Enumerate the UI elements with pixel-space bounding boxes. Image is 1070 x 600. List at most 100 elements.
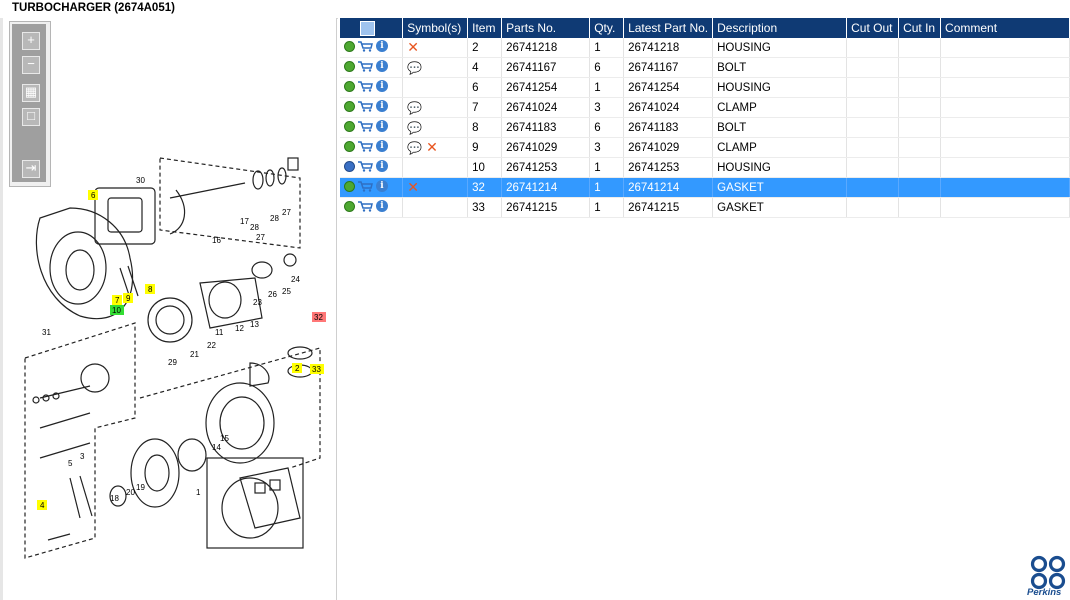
header-cut-in[interactable]: Cut In: [898, 18, 942, 38]
cart-icon[interactable]: [358, 201, 373, 212]
svg-text:13: 13: [250, 320, 259, 329]
header-comment[interactable]: Comment: [940, 18, 1070, 38]
row-cut-out: [846, 77, 900, 98]
search-icon[interactable]: [360, 20, 375, 36]
cart-icon[interactable]: [358, 161, 373, 172]
svg-text:11: 11: [215, 328, 224, 337]
info-icon[interactable]: i: [376, 60, 388, 73]
cart-icon[interactable]: [358, 41, 373, 52]
table-row[interactable]: i 10 26741253 1 26741253 HOUSING: [340, 157, 1070, 178]
page-title: TURBOCHARGER (2674A051): [12, 2, 175, 14]
cart-icon[interactable]: [358, 121, 373, 132]
gear-icon[interactable]: [344, 60, 355, 72]
svg-text:17: 17: [240, 217, 249, 226]
row-comment: [940, 77, 1070, 98]
note-icon[interactable]: 💬: [407, 61, 422, 75]
left-edge: [0, 18, 3, 600]
toolbox-inner: + − ▦ □ ⇥: [12, 24, 46, 182]
table-row[interactable]: i 💬 ✕ 9 26741029 3 26741029 CLAMP: [340, 137, 1070, 158]
row-comment: [940, 57, 1070, 78]
zoom-in-button[interactable]: +: [22, 32, 40, 50]
note-icon[interactable]: 💬: [407, 141, 422, 155]
gear-icon[interactable]: [344, 100, 355, 112]
info-icon[interactable]: i: [376, 100, 388, 113]
zoom-out-button[interactable]: −: [22, 56, 40, 74]
cart-icon[interactable]: [358, 141, 373, 152]
cart-icon[interactable]: [358, 181, 373, 192]
row-actions: i: [340, 137, 404, 158]
table-row[interactable]: i 6 26741254 1 26741254 HOUSING: [340, 77, 1070, 98]
row-actions: i: [340, 197, 404, 218]
row-latest-part-no: 26741214: [623, 177, 714, 198]
row-actions: i: [340, 157, 404, 178]
table-row[interactable]: i 💬 8 26741183 6 26741183 BOLT: [340, 117, 1070, 138]
row-qty: 1: [589, 77, 625, 98]
header-symbols[interactable]: Symbol(s): [402, 18, 469, 38]
cart-icon[interactable]: [358, 61, 373, 72]
row-description: CLAMP: [712, 137, 848, 158]
info-icon[interactable]: i: [376, 80, 388, 93]
row-actions: i: [340, 117, 404, 138]
row-qty: 6: [589, 117, 625, 138]
reset-view-button[interactable]: □: [22, 108, 40, 126]
row-item: 4: [467, 57, 503, 78]
table-row[interactable]: i 💬 4 26741167 6 26741167 BOLT: [340, 57, 1070, 78]
header-latest-part-no[interactable]: Latest Part No.: [623, 18, 714, 38]
svg-text:10: 10: [112, 306, 121, 315]
header-item[interactable]: Item: [467, 18, 503, 38]
gear-icon[interactable]: [344, 40, 355, 52]
header-cut-out[interactable]: Cut Out: [846, 18, 900, 38]
table-row[interactable]: i ✕ 32 26741214 1 26741214 GASKET: [340, 177, 1070, 198]
svg-text:32: 32: [314, 313, 323, 322]
gear-icon[interactable]: [344, 200, 355, 212]
info-icon[interactable]: i: [376, 120, 388, 133]
info-icon[interactable]: i: [376, 200, 388, 213]
note-icon[interactable]: 💬: [407, 121, 422, 135]
note-icon[interactable]: 💬: [407, 101, 422, 115]
row-description: HOUSING: [712, 77, 848, 98]
header-description[interactable]: Description: [712, 18, 848, 38]
row-latest-part-no: 26741218: [623, 38, 714, 58]
header-actions[interactable]: [340, 18, 404, 38]
row-item: 2: [467, 38, 503, 58]
table-row[interactable]: i 33 26741215 1 26741215 GASKET: [340, 197, 1070, 218]
row-item: 9: [467, 137, 503, 158]
info-icon[interactable]: i: [376, 140, 388, 153]
row-cut-out: [846, 97, 900, 118]
row-symbols: 💬 ✕: [402, 137, 469, 158]
export-button[interactable]: ⇥: [22, 160, 40, 178]
gear-icon[interactable]: [344, 180, 355, 192]
header-qty[interactable]: Qty.: [589, 18, 625, 38]
cut-icon[interactable]: ✕: [407, 39, 419, 55]
gear-icon[interactable]: [344, 80, 355, 92]
gear-icon[interactable]: [344, 140, 355, 152]
row-comment: [940, 97, 1070, 118]
cart-icon[interactable]: [358, 81, 373, 92]
row-cut-in: [898, 117, 942, 138]
svg-text:31: 31: [42, 328, 51, 337]
svg-text:2: 2: [295, 364, 300, 373]
row-qty: 1: [589, 157, 625, 178]
info-icon[interactable]: i: [376, 180, 388, 193]
row-latest-part-no: 26741029: [623, 137, 714, 158]
row-symbols: 💬: [402, 57, 469, 78]
row-cut-in: [898, 177, 942, 198]
svg-text:29: 29: [168, 358, 177, 367]
cut-icon[interactable]: ✕: [407, 179, 419, 195]
info-icon[interactable]: i: [376, 40, 388, 53]
row-parts-no: 26741254: [501, 77, 591, 98]
table-row[interactable]: i 💬 7 26741024 3 26741024 CLAMP: [340, 97, 1070, 118]
table-row[interactable]: i ✕ 2 26741218 1 26741218 HOUSING: [340, 38, 1070, 58]
svg-text:7: 7: [115, 296, 120, 305]
header-parts-no[interactable]: Parts No.: [501, 18, 591, 38]
info-icon[interactable]: i: [376, 160, 388, 173]
row-parts-no: 26741218: [501, 38, 591, 58]
cart-icon[interactable]: [358, 101, 373, 112]
gear-icon[interactable]: [344, 160, 355, 172]
row-item: 7: [467, 97, 503, 118]
cut-icon[interactable]: ✕: [426, 139, 438, 155]
fit-view-button[interactable]: ▦: [22, 84, 40, 102]
svg-text:1: 1: [196, 488, 201, 497]
row-actions: i: [340, 77, 404, 98]
gear-icon[interactable]: [344, 120, 355, 132]
